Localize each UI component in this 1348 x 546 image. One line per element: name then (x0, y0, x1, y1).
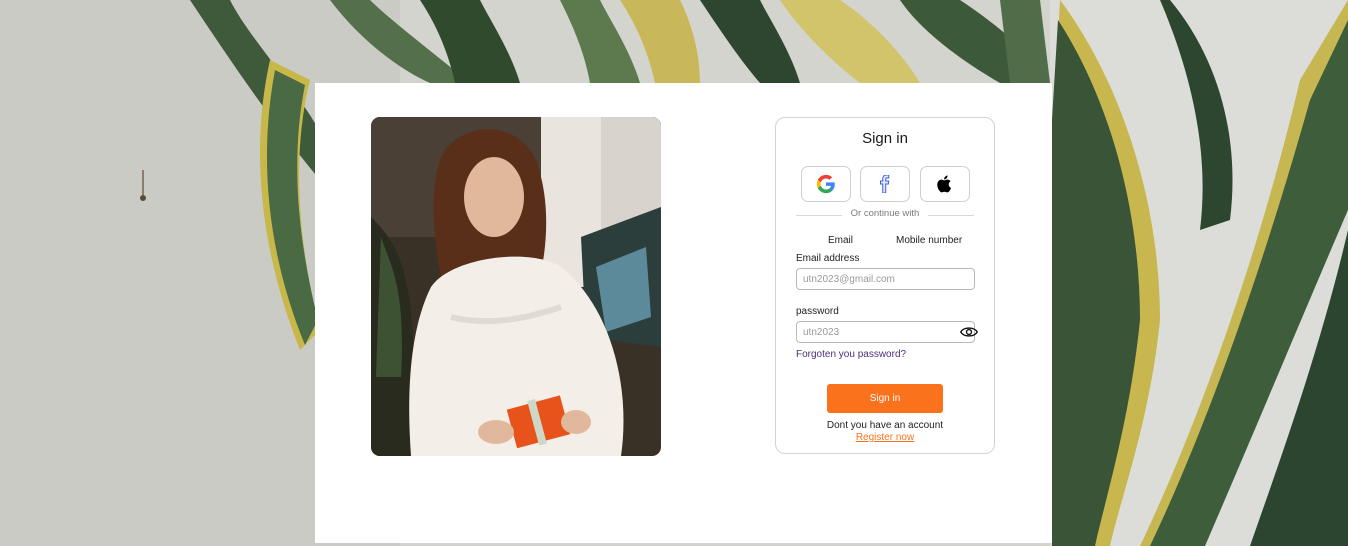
tab-mobile-number[interactable]: Mobile number (896, 235, 962, 246)
signin-button[interactable]: Sign in (827, 384, 943, 413)
apple-icon (937, 175, 952, 193)
google-signin-button[interactable] (801, 166, 851, 202)
register-link[interactable]: Register now (776, 432, 994, 443)
password-label: password (796, 306, 839, 317)
facebook-signin-button[interactable] (860, 166, 910, 202)
google-icon (816, 174, 835, 194)
divider-line-right (928, 215, 974, 216)
divider-text: Or continue with (850, 208, 920, 219)
woman-with-gift-photo (371, 117, 661, 456)
signin-title: Sign in (862, 130, 908, 147)
facebook-icon (880, 175, 890, 193)
signin-panel: Sign in Or continue with Email Mobile nu… (775, 117, 995, 454)
apple-signin-button[interactable] (920, 166, 970, 202)
login-card: Sign in Or continue with Email Mobile nu… (315, 83, 1052, 543)
eye-icon[interactable] (960, 326, 978, 338)
email-label: Email address (796, 253, 860, 264)
password-input[interactable] (796, 321, 975, 343)
forgot-password-link[interactable]: Forgoten you password? (796, 349, 906, 360)
no-account-text: Dont you have an account (826, 420, 944, 431)
tab-email[interactable]: Email (828, 235, 853, 246)
email-input[interactable] (796, 268, 975, 290)
